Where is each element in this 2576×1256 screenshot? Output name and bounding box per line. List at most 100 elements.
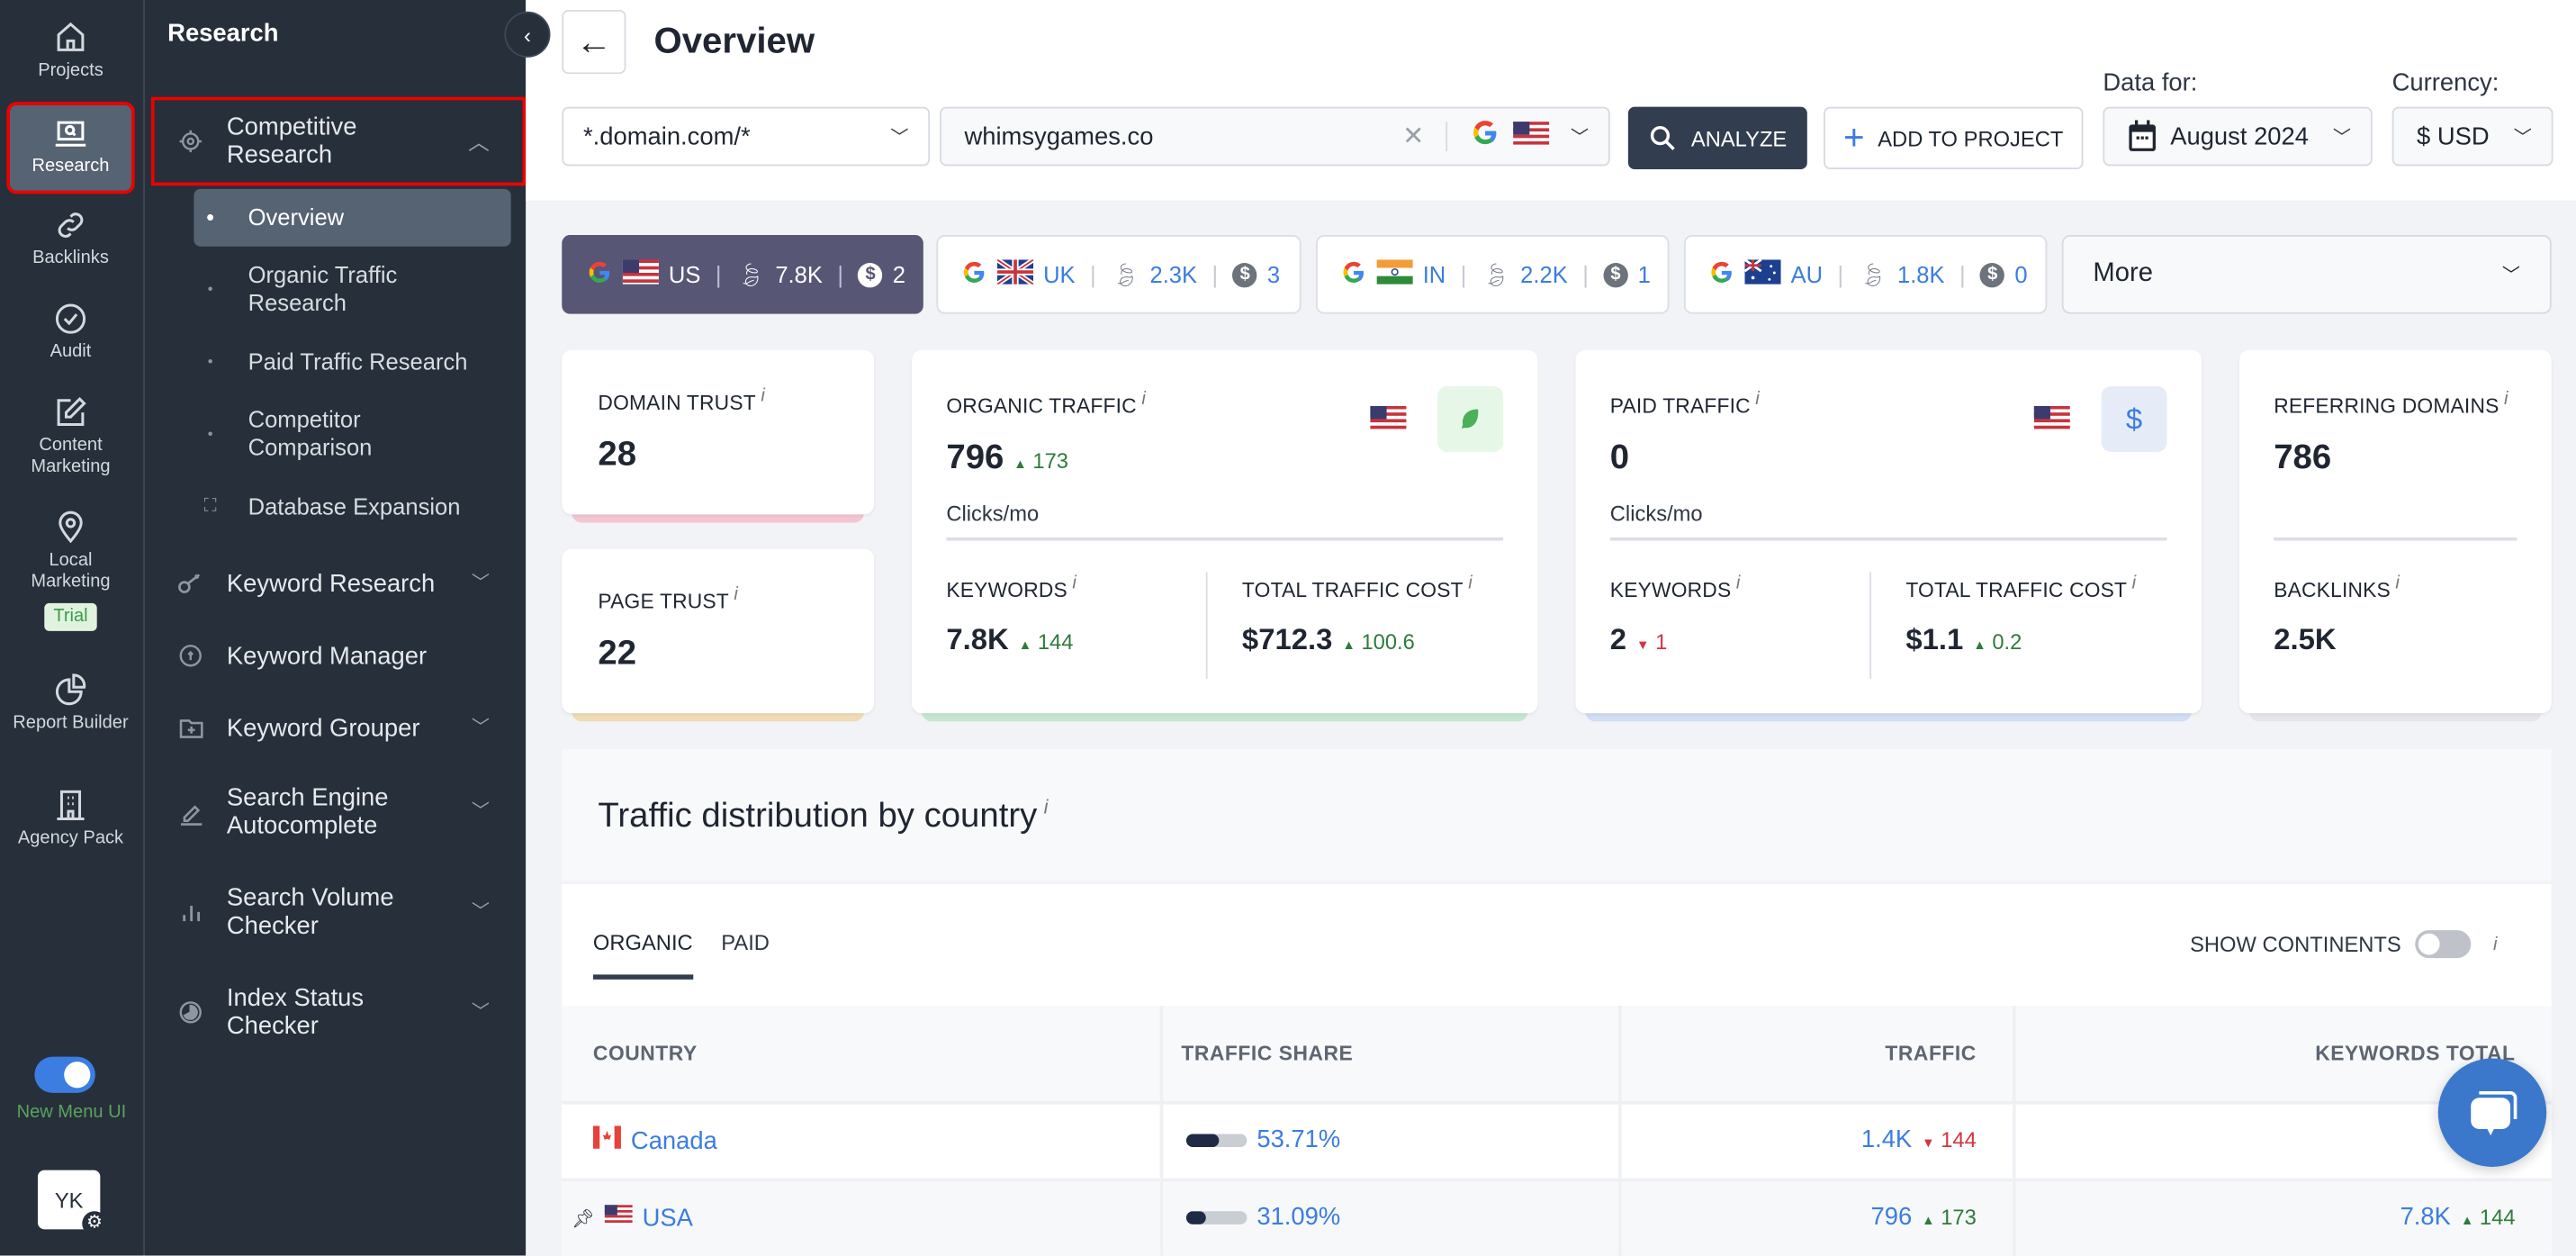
sidebar-title: Research	[167, 19, 279, 48]
table-row[interactable]: Canada 53.71% 1.4K ▼ 144 1.4K	[562, 1100, 2552, 1179]
arrow-left-icon: ←	[575, 20, 612, 62]
date-select[interactable]: August 2024 ﹀	[2103, 106, 2373, 167]
more-countries-select[interactable]: More ﹀	[2061, 235, 2552, 314]
chevron-down-icon[interactable]: ﹀	[472, 998, 490, 1026]
column-header-traffic[interactable]: TRAFFIC	[1885, 1042, 1976, 1065]
country-tab-au[interactable]: AU | 🍃︎ 1.8K | $ 0	[1683, 235, 2048, 314]
info-icon[interactable]: i	[761, 386, 765, 406]
traffic-value[interactable]: 796	[1871, 1203, 1913, 1231]
sidebar-item-paid-traffic-research[interactable]: • Paid Traffic Research	[194, 348, 510, 376]
research-sidebar: Research Competitive Research ︿ • Overvi…	[144, 0, 527, 1256]
chevron-up-icon[interactable]: ︿	[468, 127, 490, 155]
rail-item-report-builder[interactable]: Report Builder	[10, 673, 131, 735]
calendar-icon	[2129, 120, 2156, 151]
rail-item-content-marketing[interactable]: Content Marketing	[10, 394, 131, 478]
column-header-traffic-share[interactable]: TRAFFIC SHARE	[1181, 1042, 1353, 1065]
traffic-value[interactable]: 1.4K	[1861, 1125, 1912, 1153]
check-circle-icon	[55, 303, 86, 334]
info-icon[interactable]: i	[2504, 390, 2508, 410]
rail-item-research[interactable]: Research	[6, 102, 135, 194]
info-icon[interactable]: i	[1736, 574, 1741, 593]
sidebar-item-organic-traffic-research[interactable]: • Organic Traffic Research	[194, 261, 510, 317]
us-flag-icon	[1513, 121, 1550, 152]
us-flag-icon	[622, 259, 659, 289]
sidebar-item-keyword-manager[interactable]: Keyword Manager	[155, 639, 523, 673]
add-to-project-button[interactable]: + ADD TO PROJECT	[1824, 106, 2084, 170]
collapse-sidebar-button[interactable]: ‹	[504, 11, 551, 58]
chevron-down-icon[interactable]: ﹀	[472, 899, 490, 926]
google-icon	[1340, 258, 1366, 290]
currency-select[interactable]: $ USD ﹀	[2391, 106, 2553, 167]
divider	[1609, 537, 2167, 540]
info-icon[interactable]: i	[1468, 574, 1473, 593]
chevron-left-icon: ‹	[523, 22, 531, 48]
country-tab-us[interactable]: US | 🍃︎ 7.8K | $ 2	[562, 235, 923, 314]
back-button[interactable]: ←	[562, 9, 626, 75]
leaf-icon: 🍃︎	[1858, 260, 1888, 287]
keywords-total-value[interactable]: 7.8K	[2400, 1203, 2451, 1231]
country-tab-uk[interactable]: UK | 🍃︎ 2.3K | $ 3	[936, 235, 1302, 314]
sidebar-item-competitor-comparison[interactable]: • Competitor Comparison	[194, 406, 510, 462]
country-tab-in[interactable]: IN | 🍃︎ 2.2K | $ 1	[1316, 235, 1670, 314]
info-icon[interactable]: i	[2395, 574, 2400, 593]
sidebar-item-database-expansion[interactable]: ⛶ Database Expansion	[194, 493, 510, 521]
sidebar-item-overview[interactable]: • Overview	[194, 188, 511, 247]
table-row[interactable]: 📌︎ USA 31.09% 796 ▲ 173 7.8K ▲ 144	[562, 1178, 2552, 1256]
domain-input[interactable]: whimsygames.co ✕ ﹀	[940, 106, 1610, 167]
country-link[interactable]: USA	[643, 1204, 693, 1232]
info-icon[interactable]: i	[2132, 574, 2137, 593]
info-icon[interactable]: i	[1044, 795, 1049, 818]
sidebar-item-keyword-grouper[interactable]: Keyword Grouper ﹀	[155, 711, 523, 745]
show-continents-toggle[interactable]	[2414, 930, 2471, 959]
chevron-down-icon[interactable]: ﹀	[1571, 123, 1589, 149]
rail-item-local-marketing[interactable]: Local Marketing Trial	[10, 510, 131, 631]
chevron-down-icon[interactable]: ﹀	[472, 569, 490, 597]
chevron-down-icon[interactable]: ﹀	[472, 798, 490, 826]
chat-support-button[interactable]	[2437, 1058, 2547, 1167]
leaf-icon: 🍃︎	[735, 260, 766, 287]
info-icon[interactable]: i	[1141, 390, 1146, 410]
avatar[interactable]: YK ⚙	[37, 1170, 107, 1236]
chevron-down-icon[interactable]: ﹀	[472, 714, 490, 742]
rail-item-projects[interactable]: Projects	[10, 20, 131, 82]
tab-organic[interactable]: ORGANIC	[592, 930, 693, 980]
chevron-down-icon: ﹀	[890, 128, 909, 149]
backlinks-value: 2.5K	[2274, 622, 2337, 656]
location-pin-icon	[59, 511, 83, 544]
uk-flag-icon	[995, 258, 1035, 289]
rail-item-agency-pack[interactable]: Agency Pack	[10, 787, 131, 849]
rail-item-backlinks[interactable]: Backlinks	[10, 207, 131, 269]
new-menu-ui-toggle[interactable]	[34, 1056, 95, 1093]
info-icon[interactable]: i	[2493, 935, 2497, 954]
info-icon[interactable]: i	[734, 585, 738, 605]
pie-icon	[174, 996, 207, 1029]
clear-icon[interactable]: ✕	[1402, 120, 1424, 153]
country-link[interactable]: Canada	[631, 1126, 717, 1154]
page-title: Overview	[653, 19, 815, 61]
gear-icon[interactable]: ⚙	[82, 1211, 107, 1236]
tab-paid[interactable]: PAID	[721, 930, 770, 954]
info-icon[interactable]: i	[1072, 574, 1076, 593]
paid-cost-label: TOTAL TRAFFIC COST	[1905, 578, 2128, 602]
info-icon[interactable]: i	[1755, 390, 1760, 410]
upload-circle-icon	[174, 639, 207, 673]
analyze-button[interactable]: ANALYZE	[1627, 106, 1807, 170]
sidebar-item-search-volume-checker[interactable]: Search Volume Checker ﹀	[155, 884, 523, 940]
rail-item-audit[interactable]: Audit	[10, 301, 131, 363]
divider	[1869, 572, 1872, 679]
divider	[2274, 537, 2517, 540]
sidebar-item-competitive-research[interactable]: Competitive Research ︿	[150, 96, 527, 186]
sidebar-item-search-engine-autocomplete[interactable]: Search Engine Autocomplete ﹀	[155, 784, 523, 840]
column-header-country[interactable]: COUNTRY	[593, 1042, 698, 1065]
pin-icon[interactable]: 📌︎	[572, 1207, 594, 1229]
sidebar-item-index-status-checker[interactable]: Index Status Checker ﹀	[155, 984, 523, 1040]
leaf-icon: 🍃︎	[1111, 260, 1140, 287]
table-header: COUNTRY TRAFFIC SHARE TRAFFIC KEYWORDS T…	[562, 1006, 2552, 1101]
us-flag-icon	[1370, 405, 1407, 439]
google-icon[interactable]	[1471, 118, 1500, 154]
organic-traffic-label: ORGANIC TRAFFIC	[946, 394, 1137, 418]
us-flag-icon	[2033, 405, 2070, 439]
sidebar-item-keyword-research[interactable]: Keyword Research ﹀	[155, 567, 523, 601]
url-mask-select[interactable]: *.domain.com/* ﹀	[562, 106, 931, 167]
organic-keywords-value: 7.8K	[946, 622, 1009, 656]
